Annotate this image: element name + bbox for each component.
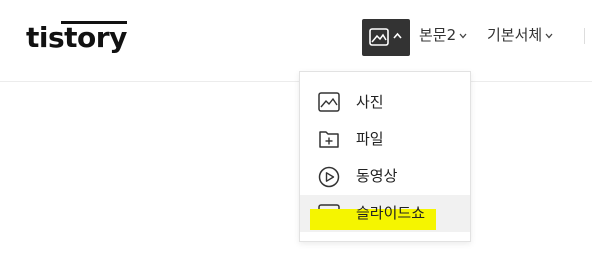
logo-accent-bar <box>61 21 127 24</box>
menu-item-video[interactable]: 동영상 <box>300 158 470 195</box>
image-icon <box>369 28 389 46</box>
file-add-icon <box>319 131 339 148</box>
font-family-dropdown[interactable]: 기본서체 <box>487 24 553 46</box>
editor-header: tistory 본문2 기본서체 <box>0 0 592 82</box>
menu-item-photo[interactable]: 사진 <box>300 84 470 121</box>
paragraph-style-label: 본문2 <box>419 26 457 44</box>
font-family-label: 기본서체 <box>487 26 543 44</box>
photo-icon <box>318 92 340 112</box>
video-play-icon <box>318 166 340 188</box>
menu-item-label: 파일 <box>356 130 384 148</box>
toolbar-divider <box>584 28 585 44</box>
insert-image-button[interactable] <box>362 19 410 56</box>
paragraph-style-dropdown[interactable]: 본문2 <box>419 24 467 46</box>
tistory-logo[interactable]: tistory <box>26 18 127 58</box>
menu-item-label: 사진 <box>356 93 384 111</box>
menu-item-label: 슬라이드쇼 <box>356 204 426 222</box>
chevron-down-icon <box>545 33 553 38</box>
menu-item-file[interactable]: 파일 <box>300 121 470 158</box>
chevron-up-icon <box>393 32 402 39</box>
chevron-down-icon <box>459 33 467 38</box>
menu-item-label: 동영상 <box>356 167 398 185</box>
